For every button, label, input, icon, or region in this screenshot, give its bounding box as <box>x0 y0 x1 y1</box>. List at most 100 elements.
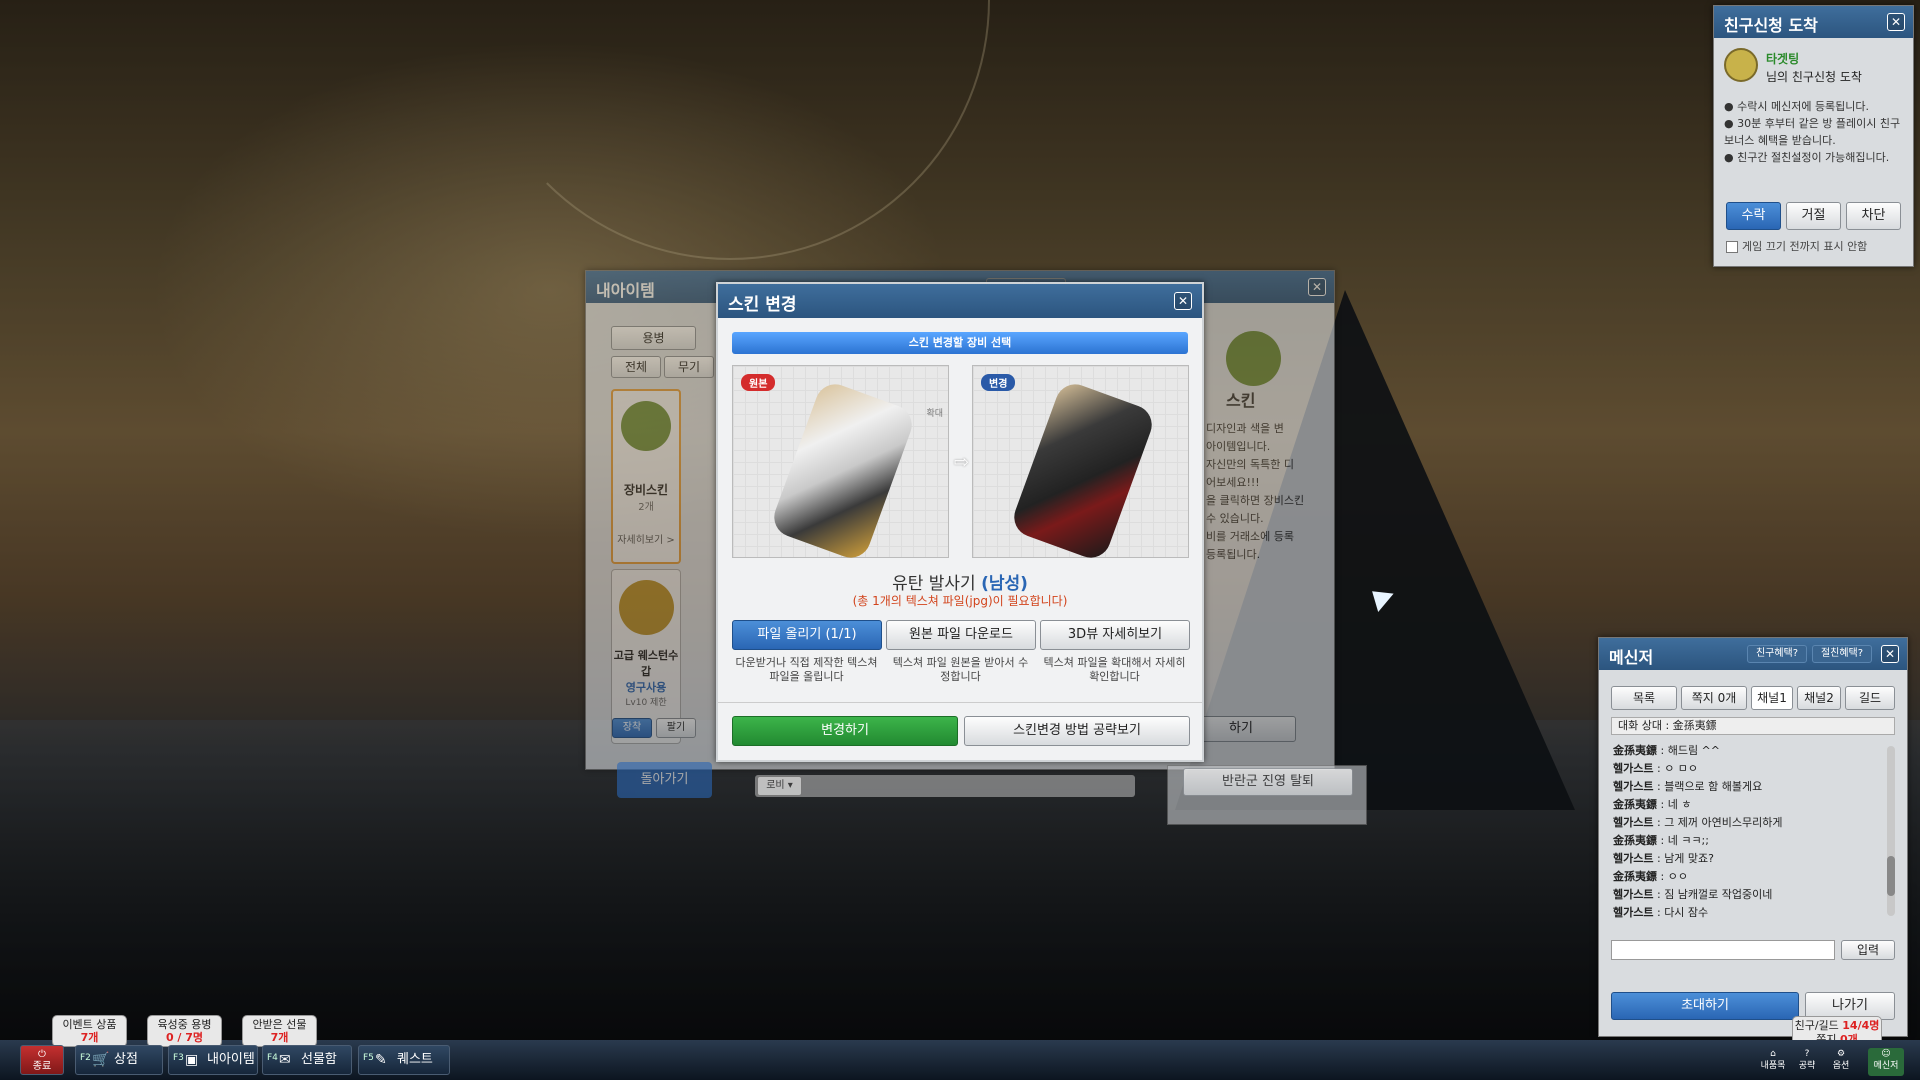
hide-until-exit-option[interactable]: 게임 끄기 전까지 표시 안함 <box>1726 238 1867 254</box>
chat-sender: 헬가스트 <box>1613 816 1654 829</box>
accept-button[interactable]: 수락 <box>1726 202 1781 230</box>
best-friend-benefit-button[interactable]: 절친혜택? <box>1812 645 1872 663</box>
download-description: 텍스쳐 파일 원본을 받아서 수정합니다 <box>892 656 1029 683</box>
chat-input[interactable] <box>1611 940 1835 960</box>
avatar <box>1724 48 1758 82</box>
chat-sender: 헬가스트 <box>1613 906 1654 919</box>
shop-button[interactable]: F2 🛒 상점 <box>75 1045 163 1075</box>
myitems-label: 내아이템 <box>207 1052 255 1067</box>
inventory-close-icon[interactable]: ✕ <box>1308 278 1326 296</box>
options-icon-button[interactable]: ⚙ 옵션 <box>1826 1048 1856 1076</box>
chat-line: 金孫夷鏢 : 네 ㅎ <box>1613 798 1692 811</box>
friend-guild-status: 친구/길드 14/4명 <box>1793 1019 1881 1033</box>
tab-guild[interactable]: 길드 <box>1845 686 1895 710</box>
block-button[interactable]: 차단 <box>1846 202 1901 230</box>
chat-text: 짐 남캐껄로 작업중이네 <box>1664 888 1773 901</box>
decline-button[interactable]: 거절 <box>1786 202 1841 230</box>
chat-sender: 金孫夷鏢 <box>1613 834 1657 847</box>
friend-request-close-icon[interactable]: ✕ <box>1887 13 1905 31</box>
f5-key-label: F5 <box>363 1053 374 1063</box>
equip-button[interactable]: 장착 <box>612 718 652 738</box>
friend-request-title: 친구신청 도착 <box>1714 6 1913 38</box>
friend-benefit-button[interactable]: 친구혜택? <box>1747 645 1807 663</box>
divider <box>718 702 1202 703</box>
chat-sender: 헬가스트 <box>1613 852 1654 865</box>
chat-sender: 金孫夷鏢 <box>1613 798 1657 811</box>
chat-scrollbar[interactable] <box>1887 746 1895 916</box>
sell-button[interactable]: 팔기 <box>656 718 696 738</box>
guide-icon-button[interactable]: ? 공략 <box>1792 1048 1822 1076</box>
request-message: 님의 친구신청 도착 <box>1766 70 1862 84</box>
subtab-weapon[interactable]: 무기 <box>664 356 714 378</box>
subtab-all[interactable]: 전체 <box>611 356 661 378</box>
detail-line-8: 등록됩니다. <box>1206 548 1261 561</box>
messenger-icon-button[interactable]: ☺ 메신저 <box>1868 1048 1904 1076</box>
handcuffs-period: 영구사용 <box>625 681 667 694</box>
training-mercs-label: 육성중 용병 <box>157 1018 212 1031</box>
arrow-right-icon: ⇨ <box>954 452 970 473</box>
hide-checkbox-label: 게임 끄기 전까지 표시 안함 <box>1742 240 1868 253</box>
quest-label: 퀘스트 <box>397 1052 433 1067</box>
info-bullet-3: ● 친구간 절친설정이 가능해집니다. <box>1724 151 1890 164</box>
rebel-leave-button[interactable]: 반란군 진영 탈퇴 <box>1183 768 1353 796</box>
detail-line-4: 어보세요!!! <box>1206 476 1260 489</box>
detail-skin-icon <box>1226 331 1281 386</box>
original-tag: 원본 <box>741 374 776 391</box>
info-bullet-2: ● 30분 후부터 같은 방 플레이시 친구보너스 혜택을 받습니다. <box>1724 117 1901 147</box>
messenger-window: 메신저 친구혜택? 절친혜택? ✕ 목록 쪽지 0개 채널1 채널2 길드 대화… <box>1598 637 1908 1037</box>
chat-line: 헬가스트 : 그 제꺼 아연비스무리하게 <box>1613 816 1783 829</box>
gift-icon: ✉ <box>279 1052 291 1068</box>
my-items-icon-button[interactable]: ⌂ 내품목 <box>1758 1048 1788 1076</box>
chat-scroll-thumb[interactable] <box>1887 856 1895 896</box>
chat-text: 네 ㅎ <box>1667 798 1692 811</box>
launcher-original-image <box>768 378 918 564</box>
messenger-close-icon[interactable]: ✕ <box>1881 645 1899 663</box>
hide-checkbox[interactable] <box>1726 241 1738 253</box>
return-button[interactable]: 돌아가기 <box>617 762 712 798</box>
chat-line: 헬가스트 : ㅇ ㅁㅇ <box>1613 762 1699 775</box>
item-name-text: 유탄 발사기 <box>892 574 982 594</box>
change-skin-button[interactable]: 변경하기 <box>732 716 958 746</box>
zoom-label[interactable]: 확대 <box>926 406 943 419</box>
skin-guide-button[interactable]: 스킨변경 방법 공략보기 <box>964 716 1190 746</box>
texture-notice: (총 1개의 텍스쳐 파일(jpg)이 필요합니다) <box>852 594 1068 608</box>
skin-change-dialog: 스킨 변경 ✕ 스킨 변경할 장비 선택 원본 확대 ⇨ 변경 유탄 발사기 (… <box>716 282 1204 762</box>
skin-dialog-close-icon[interactable]: ✕ <box>1174 292 1192 310</box>
friend-request-popup: 친구신청 도착 ✕ 타겟팅 님의 친구신청 도착 ● 수락시 메신저에 등록됩니… <box>1713 5 1914 267</box>
item-name: 유탄 발사기 (남성) <box>718 569 1202 594</box>
tab-mercenary[interactable]: 용병 <box>611 326 696 350</box>
chat-text: ㅇ ㅁㅇ <box>1664 762 1699 775</box>
tab-channel2[interactable]: 채널2 <box>1797 686 1841 710</box>
tab-list[interactable]: 목록 <box>1611 686 1677 710</box>
upload-description: 다운받거나 직접 제작한 텍스쳐 파일을 올립니다 <box>735 656 878 683</box>
giftbox-button[interactable]: F4 ✉ 선물함 <box>262 1045 352 1075</box>
invite-button[interactable]: 초대하기 <box>1611 992 1799 1020</box>
exit-button[interactable]: ⏻ 종료 <box>20 1045 64 1075</box>
send-button[interactable]: 입력 <box>1841 940 1895 960</box>
myitems-button[interactable]: F3 ▣ 내아이템 <box>168 1045 258 1075</box>
f4-key-label: F4 <box>267 1053 278 1063</box>
upload-file-button[interactable]: 파일 올리기 (1/1) <box>732 620 882 650</box>
download-original-button[interactable]: 원본 파일 다운로드 <box>886 620 1036 650</box>
sender-name: 타겟팅 <box>1766 52 1800 66</box>
equipskin-more-link[interactable]: 자세히보기 > <box>613 531 679 546</box>
chat-text: 해드림 ^^ <box>1667 744 1720 757</box>
chat-text: 남게 맞죠? <box>1664 852 1715 865</box>
exit-label: 종료 <box>32 1061 52 1072</box>
f3-key-label: F3 <box>173 1053 184 1063</box>
tab-notes[interactable]: 쪽지 0개 <box>1681 686 1747 710</box>
chat-line: 金孫夷鏢 : 네 ㅋㅋ;; <box>1613 834 1709 847</box>
quest-button[interactable]: F5 ✎ 퀘스트 <box>358 1045 450 1075</box>
training-mercs-value: 0 / 7명 <box>165 1031 204 1044</box>
detail-line-1: 디자인과 색을 변 <box>1206 422 1284 435</box>
tab-channel1[interactable]: 채널1 <box>1751 686 1793 710</box>
event-items-value: 7개 <box>80 1031 99 1044</box>
select-equipment-bar[interactable]: 스킨 변경할 장비 선택 <box>732 332 1188 354</box>
shop-label: 상점 <box>114 1052 138 1067</box>
f2-key-label: F2 <box>80 1053 91 1063</box>
detail-line-6: 수 있습니다. <box>1206 512 1264 525</box>
3d-view-button[interactable]: 3D뷰 자세히보기 <box>1040 620 1190 650</box>
item-card-equipskin[interactable]: 장비스킨 2개 자세히보기 > <box>611 389 681 564</box>
lobby-select[interactable]: 로비 ▾ <box>757 776 802 796</box>
guide-icon-label: 공략 <box>1798 1061 1816 1071</box>
